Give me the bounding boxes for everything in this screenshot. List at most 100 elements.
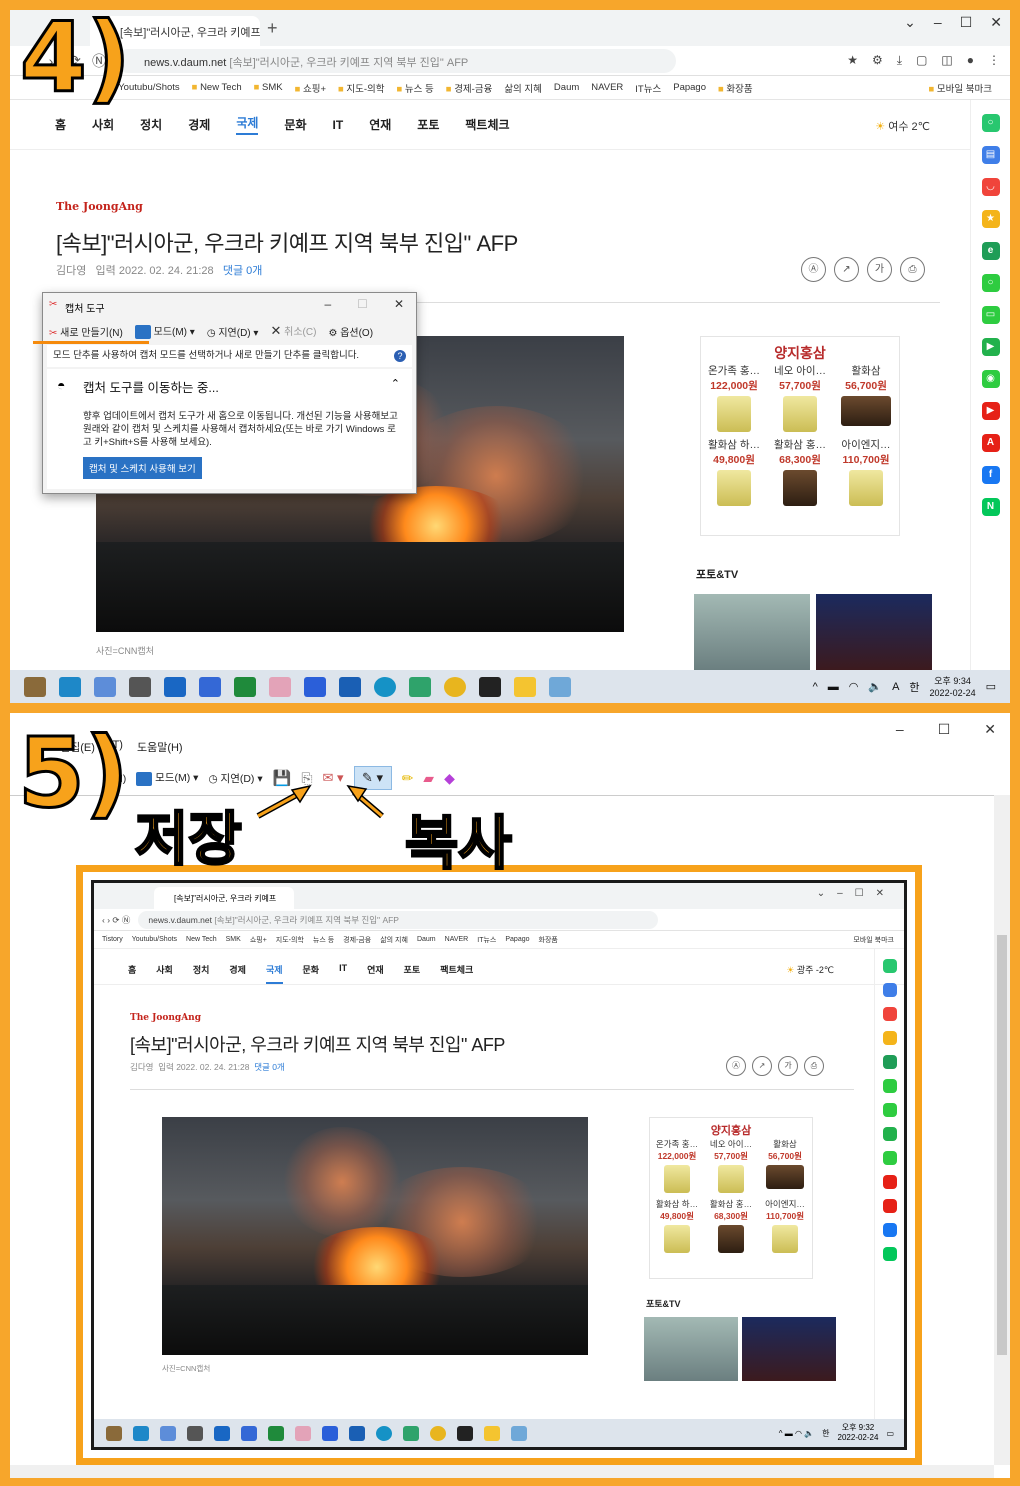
circle-app-icon[interactable]: ○ — [981, 274, 1000, 292]
paint3d-icon[interactable]: ◆ — [444, 770, 455, 787]
delay-button[interactable]: ◷ 지연(D) ▾ — [207, 324, 259, 339]
ad-item[interactable]: 활화삼 하… 49,800원 — [701, 437, 767, 511]
youtube-icon[interactable]: ▶ — [981, 402, 1000, 420]
press-logo[interactable]: The JoongAng — [56, 200, 143, 213]
new-snip-button[interactable]: ✂ 새로 만들기(N) — [49, 324, 123, 339]
taskbar-edge-icon[interactable] — [374, 676, 396, 697]
cancel-button[interactable]: ✕ 취소(C) — [270, 323, 316, 339]
photo-thumbnail[interactable] — [694, 594, 810, 670]
taskbar-chrome-icon[interactable] — [444, 676, 466, 697]
naver-icon[interactable]: N — [981, 498, 1000, 516]
ad-item[interactable]: 온가족 홍… 122,000원 — [701, 363, 767, 437]
taskbar-app-icon[interactable] — [24, 676, 46, 697]
taskbar-app-icon[interactable] — [94, 676, 116, 697]
taskbar-notes-icon[interactable] — [199, 676, 221, 697]
snip-close[interactable]: ✕ — [394, 297, 404, 311]
bookmark-item[interactable]: SMK — [254, 82, 283, 93]
download-icon[interactable]: ⤓ — [897, 53, 902, 68]
snip-minimize[interactable]: – — [324, 297, 331, 311]
ad-item[interactable]: 활화삼 56,700원 — [833, 363, 899, 437]
mobile-bookmarks[interactable]: 모바일 북마크 — [929, 81, 1010, 95]
close-button[interactable]: ✕ — [990, 14, 1002, 31]
bookmark-item[interactable]: 경제-금융 — [446, 81, 492, 95]
url-field[interactable]: news.v.daum.net [속보]"러시아군, 우크라 키예프 지역 북부… — [116, 48, 676, 73]
edge-icon[interactable]: e — [981, 242, 1000, 260]
nav-factcheck[interactable]: 팩트체크 — [465, 116, 509, 133]
menu-help[interactable]: 도움말(H) — [137, 739, 183, 761]
bookmark-item[interactable]: 지도-의학 — [338, 81, 384, 95]
editor-minimize[interactable]: – — [896, 721, 904, 738]
tab-search-icon[interactable]: ⌄ — [904, 14, 916, 31]
bookmark-item[interactable]: 쇼핑+ — [295, 81, 326, 95]
nav-world[interactable]: 국제 — [236, 114, 259, 135]
play-icon[interactable]: ▶ — [981, 338, 1000, 356]
mode-button[interactable]: 모드(M) ▾ — [134, 323, 195, 340]
extension-icon[interactable]: ⚙ — [872, 53, 883, 68]
taskbar-app-icon[interactable] — [304, 676, 326, 697]
acrobat-icon[interactable]: A — [981, 434, 1000, 452]
tray-chevron-icon[interactable]: ^ — [813, 681, 818, 693]
scroll-thumb[interactable] — [997, 935, 1007, 1355]
ad-item[interactable]: 아이엔지… 110,700원 — [833, 437, 899, 511]
nav-society[interactable]: 사회 — [92, 116, 114, 133]
menu-icon[interactable]: ⋮ — [988, 53, 1000, 68]
minimize-button[interactable]: – — [934, 14, 942, 31]
nav-home[interactable]: 홈 — [55, 116, 66, 133]
vertical-scrollbar[interactable] — [994, 795, 1010, 1465]
chat-icon[interactable]: ▭ — [981, 306, 1000, 324]
bookmark-item[interactable]: Papago — [673, 82, 706, 93]
video-thumbnail[interactable] — [816, 594, 932, 670]
ime-hangul[interactable]: 한 — [909, 679, 919, 695]
nav-politics[interactable]: 정치 — [140, 116, 162, 133]
font-size-button[interactable]: 가 — [867, 257, 892, 282]
highlighter-icon[interactable]: ✏ — [402, 770, 414, 787]
collapse-icon[interactable]: ⌃ — [391, 377, 400, 390]
taskbar-app-icon[interactable] — [409, 676, 431, 697]
bookmark-item[interactable]: New Tech — [192, 82, 242, 93]
notification-icon[interactable]: ▭ — [986, 680, 996, 693]
calendar-icon[interactable]: ▤ — [981, 146, 1000, 164]
nav-it[interactable]: IT — [333, 118, 344, 132]
try-snip-sketch-button[interactable]: 캡처 및 스케치 사용해 보기 — [83, 457, 202, 479]
volume-icon[interactable]: 🔈 — [868, 680, 882, 693]
mode-button[interactable]: 모드(M) ▾ — [136, 770, 198, 786]
editor-maximize[interactable]: ☐ — [938, 721, 951, 738]
options-button[interactable]: ⚙ 옵션(O) — [328, 324, 373, 339]
ad-item[interactable]: 네오 아이… 57,700원 — [767, 363, 833, 437]
help-icon[interactable]: ? — [394, 350, 406, 362]
taskbar-chart-icon[interactable] — [234, 676, 256, 697]
taskbar-folder-icon[interactable] — [514, 676, 536, 697]
taskbar-app-icon[interactable] — [129, 676, 151, 697]
battery-icon[interactable]: ▬ — [828, 681, 839, 693]
maximize-button[interactable]: ☐ — [960, 14, 973, 31]
ad-banner[interactable]: 양지홍삼 온가족 홍… 122,000원 네오 아이… 57,700원 활화삼 56,… — [700, 336, 900, 536]
profile-icon[interactable]: ● — [967, 53, 974, 68]
star-app-icon[interactable]: ★ — [981, 210, 1000, 228]
nav-series[interactable]: 연재 — [369, 116, 391, 133]
ime-indicator[interactable]: A — [892, 681, 899, 693]
bookmark-item[interactable]: Daum — [554, 82, 579, 93]
bookmark-item[interactable]: IT뉴스 — [635, 81, 661, 95]
pocket-icon[interactable]: ◡ — [981, 178, 1000, 196]
comments-link[interactable]: 댓글 0개 — [223, 265, 263, 277]
bookmark-item[interactable]: NAVER — [591, 82, 623, 93]
new-tab-button[interactable]: + — [267, 18, 278, 39]
facebook-icon[interactable]: f — [981, 466, 1000, 484]
bookmark-item[interactable]: 화장품 — [718, 81, 752, 95]
share-icon[interactable]: ↗ — [834, 257, 859, 282]
wifi-icon[interactable]: ◠ — [849, 680, 859, 693]
horizontal-scrollbar[interactable] — [10, 1465, 994, 1478]
map-icon[interactable]: ◉ — [981, 370, 1000, 388]
screenshot-icon[interactable]: ▢ — [916, 53, 927, 68]
print-icon[interactable]: ⎙ — [900, 257, 925, 282]
nav-economy[interactable]: 경제 — [188, 116, 210, 133]
taskbar-search-icon[interactable] — [59, 676, 81, 697]
eraser-icon[interactable]: ▰ — [423, 770, 434, 787]
editor-close[interactable]: ✕ — [984, 721, 996, 738]
taskbar-app-icon[interactable] — [549, 676, 571, 697]
nav-photo[interactable]: 포토 — [417, 116, 439, 133]
clock[interactable]: 오후 9:34 2022-02-24 — [930, 675, 976, 699]
sidebar-app-icon[interactable]: ○ — [981, 114, 1000, 132]
summary-icon[interactable]: Ⓐ — [801, 257, 826, 282]
taskbar-book-icon[interactable] — [339, 676, 361, 697]
